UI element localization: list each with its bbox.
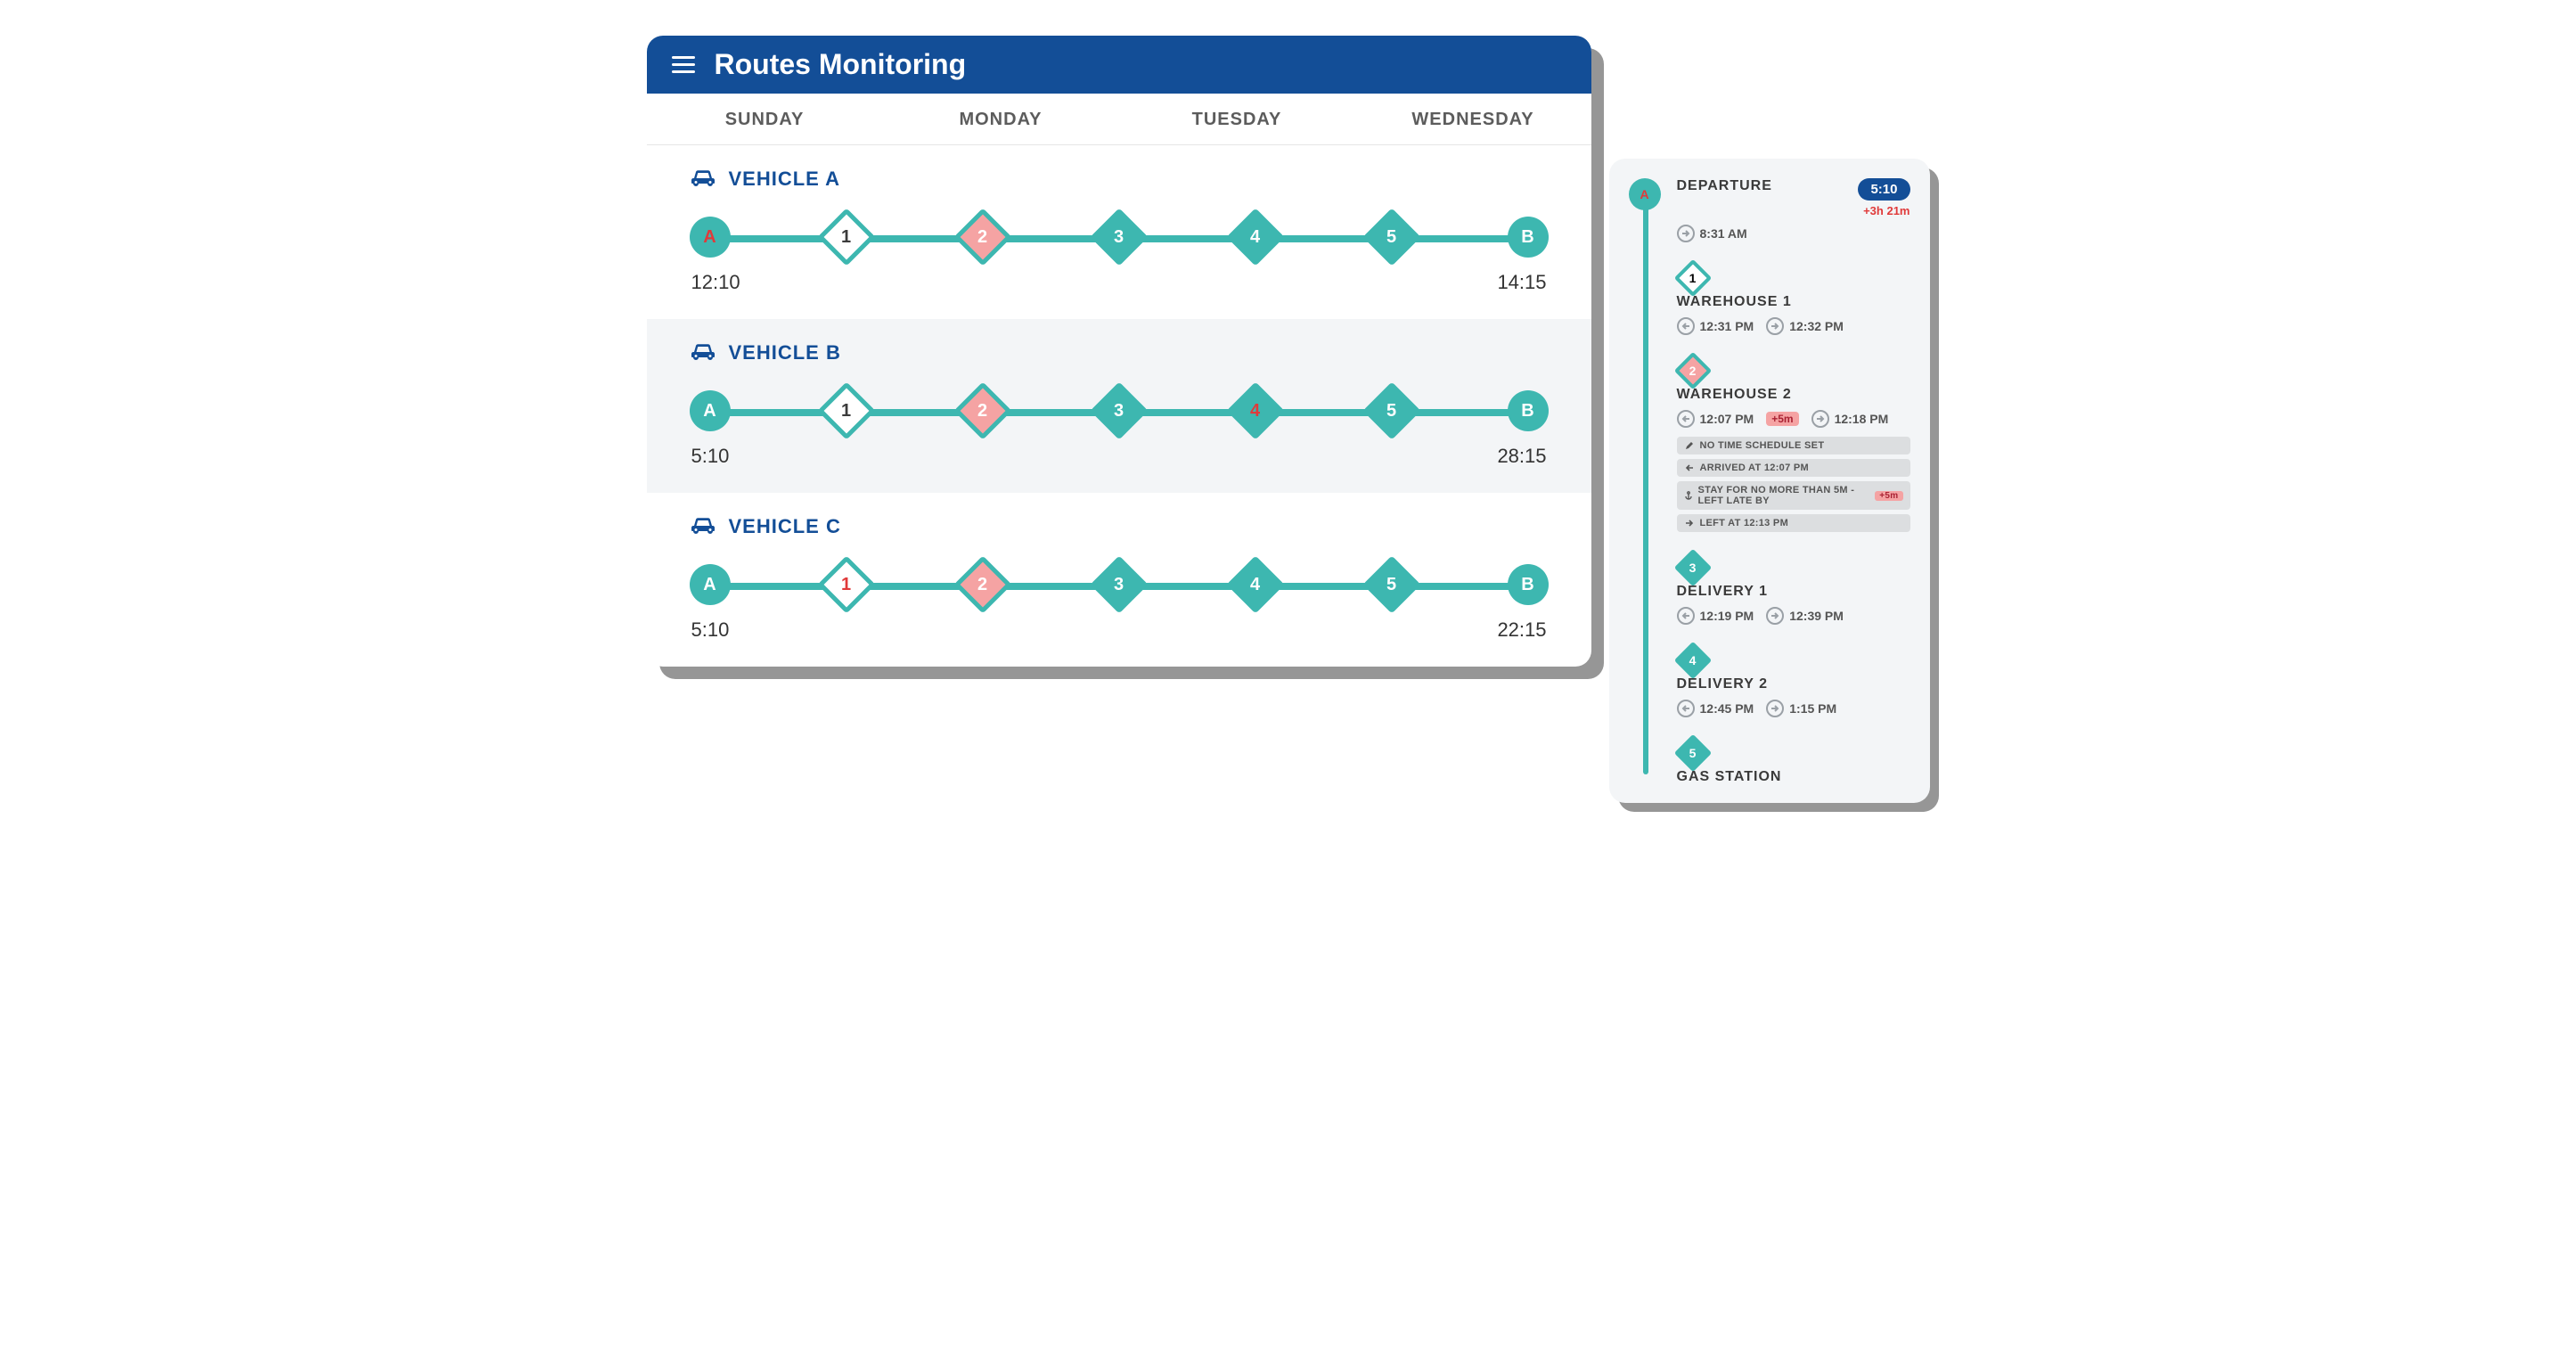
routes-panel: Routes Monitoring SUNDAY MONDAY TUESDAY … <box>647 36 1591 667</box>
car-icon <box>690 167 716 191</box>
route-stop-node[interactable]: 3 <box>1099 564 1140 605</box>
stop-note: NO TIME SCHEDULE SET <box>1677 437 1910 454</box>
stop-marker: 1 <box>1677 262 1709 294</box>
route-end-node[interactable]: B <box>1508 390 1549 431</box>
route-end-node[interactable]: B <box>1508 564 1549 605</box>
departure-actual-time: 8:31 AM <box>1677 225 1747 242</box>
vehicle-name: VEHICLE C <box>729 515 841 538</box>
route-end-time: 22:15 <box>1497 618 1546 642</box>
route-track: A 1 2 3 4 5 B <box>690 210 1549 264</box>
stop-note: STAY FOR NO MORE THAN 5M - LEFT LATE BY+… <box>1677 481 1910 510</box>
tab-sunday[interactable]: SUNDAY <box>647 94 883 144</box>
stop-out-time: 1:15 PM <box>1766 700 1836 717</box>
route-track: A 1 2 3 4 5 B <box>690 384 1549 438</box>
menu-icon[interactable] <box>672 52 695 78</box>
route-start-node[interactable]: A <box>690 564 731 605</box>
arrow-in-icon <box>1677 410 1695 428</box>
detail-stop[interactable]: 4DELIVERY 2 12:45 PM 1:15 PM <box>1629 644 1910 717</box>
stop-note: LEFT AT 12:13 PM <box>1677 514 1910 532</box>
in-icon <box>1684 463 1695 473</box>
route-start-time: 5:10 <box>691 445 730 468</box>
vehicle-name: VEHICLE A <box>729 168 841 191</box>
stop-title: DEPARTURE <box>1677 178 1772 194</box>
arrow-in-icon <box>1677 317 1695 335</box>
tab-tuesday[interactable]: TUESDAY <box>1119 94 1355 144</box>
route-stop-node[interactable]: 1 <box>826 564 867 605</box>
route-stop-node[interactable]: 4 <box>1235 390 1276 431</box>
route-stop-node[interactable]: 1 <box>826 217 867 258</box>
stop-in-time: 12:45 PM <box>1677 700 1754 717</box>
stop-title: DELIVERY 1 <box>1677 584 1910 600</box>
app-header: Routes Monitoring <box>647 36 1591 94</box>
route-stop-node[interactable]: 1 <box>826 390 867 431</box>
arrow-in-icon <box>1677 700 1695 717</box>
stop-departure[interactable]: A DEPARTURE 5:10 +3h 21m 8:31 AM <box>1629 178 1910 242</box>
stop-out-time: 12:39 PM <box>1766 607 1844 625</box>
route-stop-node[interactable]: 2 <box>962 564 1003 605</box>
stop-marker: 2 <box>1677 355 1709 387</box>
vehicle-name: VEHICLE B <box>729 341 841 364</box>
route-end-time: 14:15 <box>1497 271 1546 294</box>
arrow-out-icon <box>1677 225 1695 242</box>
page-title: Routes Monitoring <box>715 48 967 81</box>
tab-wednesday[interactable]: WEDNESDAY <box>1355 94 1591 144</box>
stop-marker: 4 <box>1677 644 1709 676</box>
departure-time-pill: 5:10 <box>1858 178 1910 201</box>
late-badge: +5m <box>1766 412 1798 426</box>
vehicle-section: VEHICLE C A 1 2 3 4 5 B 5:10 22:15 <box>647 493 1591 667</box>
arrow-out-icon <box>1766 317 1784 335</box>
route-end-time: 28:15 <box>1497 445 1546 468</box>
stop-in-time: 12:19 PM <box>1677 607 1754 625</box>
departure-delta: +3h 21m <box>1858 204 1910 217</box>
vehicle-section: VEHICLE A A 1 2 3 4 5 B 12:10 14:15 <box>647 145 1591 319</box>
route-detail-panel: A DEPARTURE 5:10 +3h 21m 8:31 AM 1WAREHO… <box>1609 159 1930 803</box>
route-stop-node[interactable]: 2 <box>962 217 1003 258</box>
detail-stop[interactable]: 1WAREHOUSE 1 12:31 PM 12:32 PM <box>1629 262 1910 335</box>
stop-in-time: 12:07 PM <box>1677 410 1754 428</box>
marker-departure: A <box>1629 178 1661 210</box>
stop-title: WAREHOUSE 2 <box>1677 387 1910 403</box>
detail-stop[interactable]: 3DELIVERY 1 12:19 PM 12:39 PM <box>1629 552 1910 625</box>
stop-out-time: 12:18 PM <box>1811 410 1889 428</box>
route-stop-node[interactable]: 5 <box>1371 390 1412 431</box>
arrow-out-icon <box>1811 410 1829 428</box>
route-stop-node[interactable]: 2 <box>962 390 1003 431</box>
pencil-icon <box>1684 440 1695 451</box>
car-icon <box>690 340 716 364</box>
late-tag: +5m <box>1875 491 1902 501</box>
car-icon <box>690 514 716 538</box>
stop-note: ARRIVED AT 12:07 PM <box>1677 459 1910 477</box>
stop-marker: 3 <box>1677 552 1709 584</box>
route-stop-node[interactable]: 3 <box>1099 390 1140 431</box>
stop-out-time: 12:32 PM <box>1766 317 1844 335</box>
stop-title: DELIVERY 2 <box>1677 676 1910 692</box>
day-tabs: SUNDAY MONDAY TUESDAY WEDNESDAY <box>647 94 1591 145</box>
stop-marker: 5 <box>1677 737 1709 769</box>
route-stop-node[interactable]: 4 <box>1235 564 1276 605</box>
arrow-out-icon <box>1766 700 1784 717</box>
detail-stop[interactable]: 5GAS STATION <box>1629 737 1910 785</box>
vehicle-section: VEHICLE B A 1 2 3 4 5 B 5:10 28:15 <box>647 319 1591 493</box>
stop-title: GAS STATION <box>1677 769 1910 785</box>
route-stop-node[interactable]: 4 <box>1235 217 1276 258</box>
tab-monday[interactable]: MONDAY <box>883 94 1119 144</box>
route-stop-node[interactable]: 5 <box>1371 217 1412 258</box>
route-start-node[interactable]: A <box>690 217 731 258</box>
out-icon <box>1684 518 1695 528</box>
detail-stop[interactable]: 2WAREHOUSE 2 12:07 PM +5m 12:18 PM NO TIME S… <box>1629 355 1910 532</box>
anchor-icon <box>1684 490 1693 501</box>
stop-in-time: 12:31 PM <box>1677 317 1754 335</box>
route-start-node[interactable]: A <box>690 390 731 431</box>
arrow-out-icon <box>1766 607 1784 625</box>
route-track: A 1 2 3 4 5 B <box>690 558 1549 611</box>
route-end-node[interactable]: B <box>1508 217 1549 258</box>
route-start-time: 5:10 <box>691 618 730 642</box>
arrow-in-icon <box>1677 607 1695 625</box>
stop-title: WAREHOUSE 1 <box>1677 294 1910 310</box>
route-stop-node[interactable]: 5 <box>1371 564 1412 605</box>
stop-notes: NO TIME SCHEDULE SET ARRIVED AT 12:07 PM S… <box>1677 437 1910 532</box>
route-stop-node[interactable]: 3 <box>1099 217 1140 258</box>
route-start-time: 12:10 <box>691 271 740 294</box>
